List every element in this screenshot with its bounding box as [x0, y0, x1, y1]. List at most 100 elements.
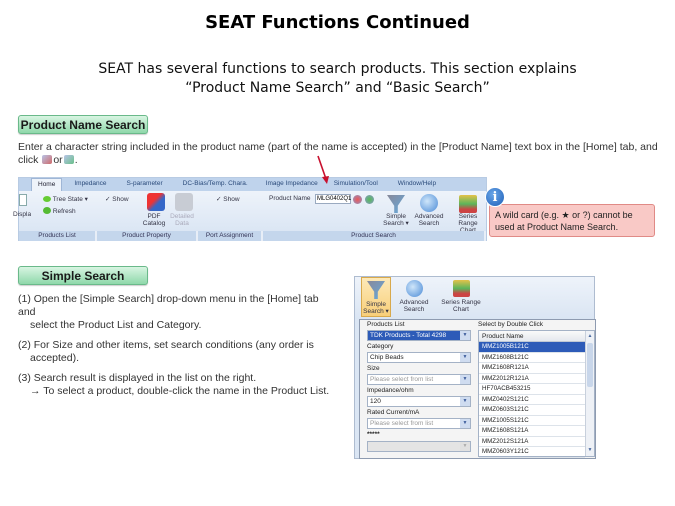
chevron-down-icon: ▼	[460, 353, 470, 362]
series-range-chart-icon	[452, 280, 470, 297]
search-button-icon	[42, 155, 53, 164]
pointer-arrow	[317, 155, 329, 184]
search-next-button[interactable]	[365, 195, 374, 204]
size-select[interactable]: Please select from list ▼	[367, 374, 471, 385]
category-label: Category	[367, 343, 394, 350]
show-checkbox-1[interactable]: ✓ Show	[105, 195, 129, 203]
step-3: (3) Search result is displayed in the li…	[18, 372, 338, 398]
simple-search-dropdown-button[interactable]: Simple Search ▾	[361, 277, 391, 317]
product-name-search-heading: Product Name Search	[18, 115, 148, 134]
tab-image-impedance[interactable]: Image Impedance	[260, 178, 324, 191]
refresh-icon	[43, 207, 51, 214]
product-list-item[interactable]: MMZ1608B121C	[479, 353, 585, 363]
description-or: or	[53, 154, 63, 166]
product-name-column-header[interactable]: Product Name	[479, 331, 585, 342]
product-list-item[interactable]: MMZ2012R121A	[479, 374, 585, 384]
display-format-button[interactable]: Display Format ▾	[13, 211, 31, 218]
search-button[interactable]	[353, 195, 362, 204]
chevron-down-icon: ▼	[460, 442, 470, 451]
simple-search-steps: (1) Open the [Simple Search] drop-down m…	[18, 293, 338, 405]
products-list-label: Products List	[367, 321, 405, 328]
step-3-line-1: (3) Search result is displayed in the li…	[18, 372, 257, 384]
simple-search-label: Simple Search ▾	[363, 301, 389, 315]
refresh-label: Refresh	[52, 208, 76, 215]
group-port-assignment: Port Assignment	[198, 231, 263, 241]
description-text: Enter a character string included in the…	[18, 141, 658, 166]
pdf-catalog-icon	[147, 193, 165, 211]
impedance-label: Impedance/ohm	[367, 387, 414, 394]
step-2-line-2: accepted).	[30, 352, 80, 364]
impedance-select[interactable]: 120 ▼	[367, 396, 471, 407]
list-caption: Select by Double Click	[478, 321, 544, 328]
slide-title: SEAT Functions Continued	[205, 12, 470, 33]
detailed-data-button[interactable]: Detailed Data	[167, 213, 197, 227]
advanced-search-button[interactable]: Advanced Search	[413, 213, 445, 227]
advanced-search-button[interactable]: Advanced Search	[397, 277, 431, 317]
tree-state-button[interactable]: Tree State ▾	[43, 195, 88, 203]
show-checkbox-2[interactable]: ✓ Show	[216, 195, 240, 203]
product-list-item[interactable]: MMZ0603S121C	[479, 405, 585, 416]
chevron-down-icon: ▼	[460, 331, 470, 340]
pdf-catalog-button[interactable]: PDF Catalog	[139, 213, 169, 227]
tab-impedance[interactable]: Impedance	[68, 178, 112, 191]
app-menu-button[interactable]	[19, 178, 31, 191]
advanced-search-icon	[405, 280, 423, 297]
product-name-input[interactable]: MLG0402Q1	[315, 194, 351, 204]
display-format-icon	[19, 194, 27, 206]
step-1: (1) Open the [Simple Search] drop-down m…	[18, 293, 338, 332]
ribbon-group-labels: Products List Product Property Port Assi…	[19, 231, 486, 241]
scroll-thumb[interactable]	[587, 343, 593, 387]
tree-state-label: Tree State ▾	[52, 196, 88, 203]
impedance-value: 120	[370, 398, 381, 405]
checkbox-check-icon: ✓	[105, 196, 111, 203]
simple-search-dropdown: Products List TDK Products - Total 4298 …	[359, 319, 596, 459]
step-1-line-2: select the Product List and Category.	[30, 319, 202, 331]
tab-simulation-tool[interactable]: Simulation/Tool	[328, 178, 384, 191]
product-list-item[interactable]: MMZ0402S121C	[479, 395, 585, 405]
scroll-down-icon[interactable]: ▼	[586, 446, 594, 455]
scroll-up-icon[interactable]: ▲	[586, 332, 594, 341]
tab-s-parameter[interactable]: S-parameter	[121, 178, 169, 191]
product-list-item[interactable]: MMZ0603Y121C	[479, 447, 585, 458]
products-list-select[interactable]: TDK Products - Total 4298 ▼	[367, 330, 471, 341]
series-range-chart-icon	[459, 195, 477, 213]
advanced-search-icon	[420, 194, 438, 212]
simple-search-panel: Simple Search ▾ Advanced Search Series R…	[354, 276, 596, 459]
step-2-line-1: (2) For Size and other items, set search…	[18, 339, 314, 351]
product-name-label: Product Name	[269, 195, 311, 202]
simple-search-ribbon: Simple Search ▾ Advanced Search Series R…	[355, 277, 594, 319]
tab-dc-bias[interactable]: DC-Bias/Temp. Chara.	[177, 178, 254, 191]
series-range-chart-label: Series Range Chart	[441, 299, 481, 313]
simple-search-button[interactable]: Simple Search ▾	[379, 213, 413, 227]
group-product-property: Product Property	[97, 231, 198, 241]
group-products-list: Products List	[19, 231, 97, 241]
step-3-line-2: → To select a product, double-click the …	[30, 385, 330, 397]
product-list-item[interactable]: MMZ1005S121C	[479, 416, 585, 426]
product-list-rows: MMZ1005B121C MMZ1608B121C MMZ1608R121A MMZ2…	[479, 342, 594, 458]
rated-current-select[interactable]: Please select from list ▼	[367, 418, 471, 429]
subtitle-line-1: SEAT has several functions to search pro…	[98, 61, 577, 77]
detailed-data-icon	[175, 193, 193, 211]
search-next-button-icon	[63, 155, 74, 164]
list-scrollbar[interactable]: ▲ ▼	[585, 331, 594, 456]
rated-current-value: Please select from list	[370, 420, 434, 427]
tab-window-help[interactable]: Window/Help	[392, 178, 442, 191]
unnamed-field-select[interactable]: ▼	[367, 441, 471, 452]
product-list-item[interactable]: MMZ2012S121A	[479, 437, 585, 447]
product-list-item[interactable]: MMZ1608S121A	[479, 426, 585, 437]
product-list-item[interactable]: MMZ1608R121A	[479, 363, 585, 374]
category-select[interactable]: Chip Beads ▼	[367, 352, 471, 363]
rated-current-label: Rated Current/mA	[367, 409, 420, 416]
series-range-chart-button[interactable]: Series Range Chart	[439, 277, 483, 317]
simple-search-heading: Simple Search	[18, 266, 148, 285]
unnamed-field-label: *****	[367, 431, 380, 438]
simple-search-icon	[387, 195, 405, 213]
simple-search-icon	[367, 281, 385, 299]
product-list-item[interactable]: HF70ACB453215	[479, 384, 585, 395]
chevron-down-icon: ▼	[460, 397, 470, 406]
tab-home[interactable]: Home	[31, 178, 63, 191]
product-name-list[interactable]: Product Name MMZ1005B121C MMZ1608B121C MMZ…	[478, 330, 595, 458]
refresh-button[interactable]: Refresh	[43, 207, 76, 215]
category-value: Chip Beads	[370, 354, 404, 361]
product-list-item[interactable]: MMZ1005B121C	[479, 342, 585, 353]
